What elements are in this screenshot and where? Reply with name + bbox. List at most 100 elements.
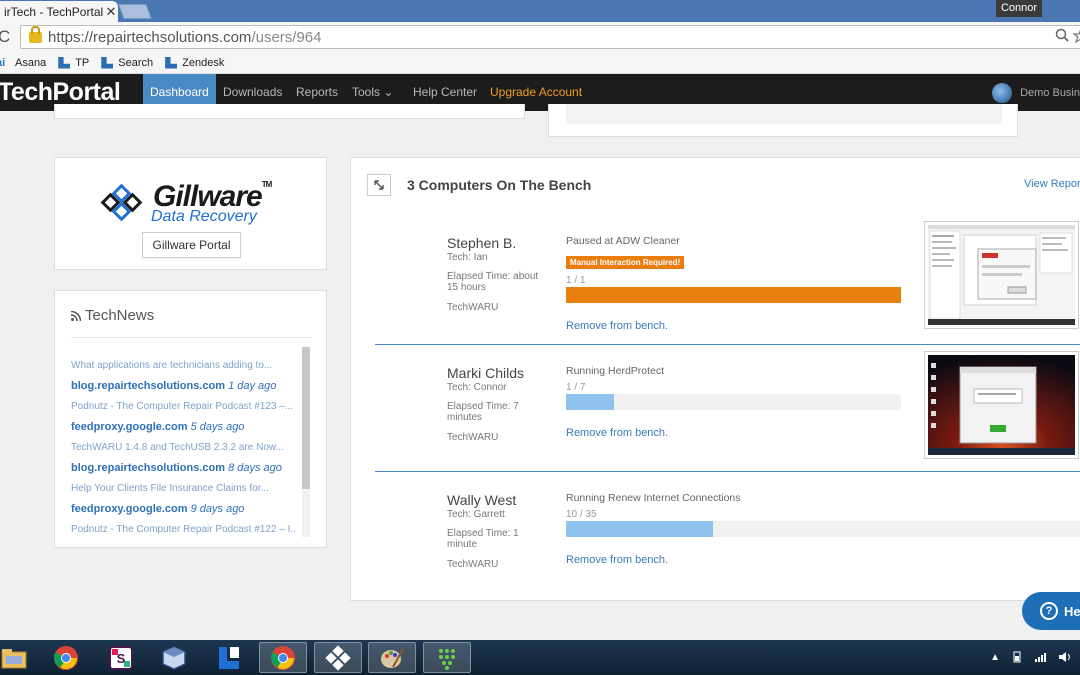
paint-taskbar-icon[interactable] <box>368 642 416 673</box>
view-report-link[interactable]: View Report <box>1024 178 1080 190</box>
job-status: Running Renew Internet Connections <box>566 492 741 504</box>
url-text: https://repairtechsolutions.com/users/96… <box>48 28 322 46</box>
tab-title: irTech - TechPortal <box>4 4 104 19</box>
bookmark-search[interactable]: Search <box>101 56 154 69</box>
gillware-mark-icon <box>100 184 143 222</box>
news-headline[interactable]: Podnutz - The Computer Repair Podcast #1… <box>71 400 297 421</box>
battery-icon <box>1013 651 1021 663</box>
bookmarks-bar: ai Asana TP Search Zendesk <box>0 52 1080 74</box>
remove-from-bench-link[interactable]: Remove from bench. <box>566 427 668 439</box>
remove-from-bench-link[interactable]: Remove from bench. <box>566 554 668 566</box>
bench-panel: 3 Computers On The Bench View Report Ste… <box>350 157 1080 601</box>
address-bar[interactable]: https://repairtechsolutions.com/users/96… <box>20 25 1080 49</box>
techportal-logo[interactable]: TechPortal <box>0 78 121 107</box>
techportal-icon <box>165 56 178 69</box>
gillware-subtitle: Data Recovery <box>151 208 257 225</box>
browser-user-badge[interactable]: Connor <box>996 0 1042 17</box>
new-tab-button[interactable] <box>118 4 152 19</box>
browser-tab[interactable]: irTech - TechPortal ✕ <box>0 1 118 22</box>
news-headline[interactable]: Help Your Clients File Insurance Claims … <box>71 482 297 503</box>
progress-fill <box>566 394 614 410</box>
screen-thumbnail[interactable] <box>924 221 1079 329</box>
progress-count: 1 / 7 <box>566 382 586 393</box>
news-source[interactable]: feedproxy.google.com 5 days ago <box>71 421 297 441</box>
bookmark-label: Asana <box>15 56 47 69</box>
gillware-taskbar-icon[interactable] <box>314 642 362 673</box>
gillware-logo: GillwareTM Data Recovery <box>99 180 279 228</box>
search-and-star-icons[interactable] <box>1055 28 1080 48</box>
file-explorer-taskbar-icon[interactable] <box>0 642 38 673</box>
tray-arrow-icon[interactable]: ▲ <box>990 652 1000 663</box>
bookmark-asana[interactable]: ai Asana <box>0 57 46 69</box>
panel-inner-block <box>566 104 1002 124</box>
techportal-taskbar-icon[interactable] <box>205 642 253 673</box>
gillware-panel: GillwareTM Data Recovery Gillware Portal <box>54 157 327 270</box>
technews-panel: TechNews What applications are technicia… <box>54 290 327 548</box>
bookmark-tp[interactable]: TP <box>58 56 90 69</box>
asana-icon: ai <box>0 56 6 69</box>
customer-name[interactable]: Wally West <box>447 492 516 508</box>
bench-item: Marki Childs Tech: Connor Elapsed Time: … <box>351 351 1080 482</box>
browser-toolbar: C https://repairtechsolutions.com/users/… <box>0 22 1080 52</box>
remove-from-bench-link[interactable]: Remove from bench. <box>566 320 668 332</box>
bench-item: Wally West Tech: Garrett Elapsed Time: 1… <box>351 484 1080 609</box>
gillware-portal-button[interactable]: Gillware Portal <box>142 232 241 258</box>
desktop-screenshot-image <box>928 225 1075 325</box>
progress-count: 10 / 35 <box>566 509 597 520</box>
job-status: Running HerdProtect <box>566 365 665 377</box>
virtualbox-taskbar-icon[interactable] <box>150 642 198 673</box>
expand-icon[interactable] <box>367 174 391 196</box>
bench-item: Stephen B. Tech: Ian Elapsed Time: about… <box>351 221 1080 352</box>
bookmark-label: Zendesk <box>182 56 225 69</box>
progress-bar <box>566 394 901 410</box>
scrollbar-thumb[interactable] <box>302 347 310 489</box>
news-source[interactable]: blog.repairtechsolutions.com 1 day ago <box>71 380 297 400</box>
item-separator <box>375 344 1080 345</box>
app-grid-taskbar-icon[interactable] <box>423 642 471 673</box>
help-widget-button[interactable]: ? He <box>1022 592 1080 630</box>
customer-name[interactable]: Stephen B. <box>447 235 516 251</box>
windows-taskbar: S ▲ <box>0 640 1080 675</box>
news-source[interactable]: blog.repairtechsolutions.com 8 days ago <box>71 462 297 482</box>
slack-taskbar-icon[interactable]: S <box>97 642 145 673</box>
bench-header: 3 Computers On The Bench <box>367 174 591 196</box>
top-right-panel-partial <box>548 104 1018 137</box>
account-menu[interactable]: Demo Busin <box>992 83 1080 103</box>
news-source[interactable]: feedproxy.google.com 9 days ago <box>71 503 297 523</box>
elapsed-time: Elapsed Time: about 15 hours <box>447 271 539 293</box>
rss-icon <box>71 310 81 321</box>
tab-close-icon[interactable]: ✕ <box>104 4 118 20</box>
news-headline[interactable]: TechWARU 1.4.8 and TechUSB 2.3.2 are Now… <box>71 441 297 462</box>
screen-thumbnail[interactable] <box>924 351 1079 459</box>
globe-icon <box>992 83 1013 103</box>
progress-count: 1 / 1 <box>566 275 586 286</box>
browser-tab-strip: irTech - TechPortal ✕ Connor <box>0 0 1080 22</box>
top-left-panel-partial <box>54 104 525 119</box>
tool-name: TechWARU <box>447 559 499 570</box>
technews-scrollbar[interactable] <box>302 347 310 537</box>
tool-name: TechWARU <box>447 432 499 443</box>
progress-bar <box>566 287 901 303</box>
techportal-icon <box>58 56 71 69</box>
system-tray[interactable]: ▲ <box>990 651 1072 663</box>
tool-name: TechWARU <box>447 302 499 313</box>
technews-divider <box>71 337 311 338</box>
bench-title: 3 Computers On The Bench <box>407 177 592 193</box>
chrome-taskbar-icon[interactable] <box>42 642 90 673</box>
customer-name[interactable]: Marki Childs <box>447 365 524 381</box>
elapsed-time: Elapsed Time: 7 minutes <box>447 401 519 423</box>
desktop-screenshot-image <box>928 355 1075 455</box>
news-headline[interactable]: What applications are technicians adding… <box>71 359 297 380</box>
chrome-active-taskbar-icon[interactable] <box>259 642 307 673</box>
account-name: Demo Busin <box>1020 87 1080 99</box>
bookmark-zendesk[interactable]: Zendesk <box>165 56 225 69</box>
technews-list: What applications are technicians adding… <box>71 359 297 544</box>
elapsed-time: Elapsed Time: 1 minute <box>447 528 519 550</box>
signal-icon <box>1035 653 1046 662</box>
bookmark-label: TP <box>75 56 90 69</box>
news-headline[interactable]: Podnutz - The Computer Repair Podcast #1… <box>71 523 297 544</box>
reload-icon[interactable]: C <box>0 27 10 47</box>
bookmark-label: Search <box>118 56 154 69</box>
technews-title: TechNews <box>71 307 154 324</box>
svg-text:S: S <box>117 651 126 666</box>
